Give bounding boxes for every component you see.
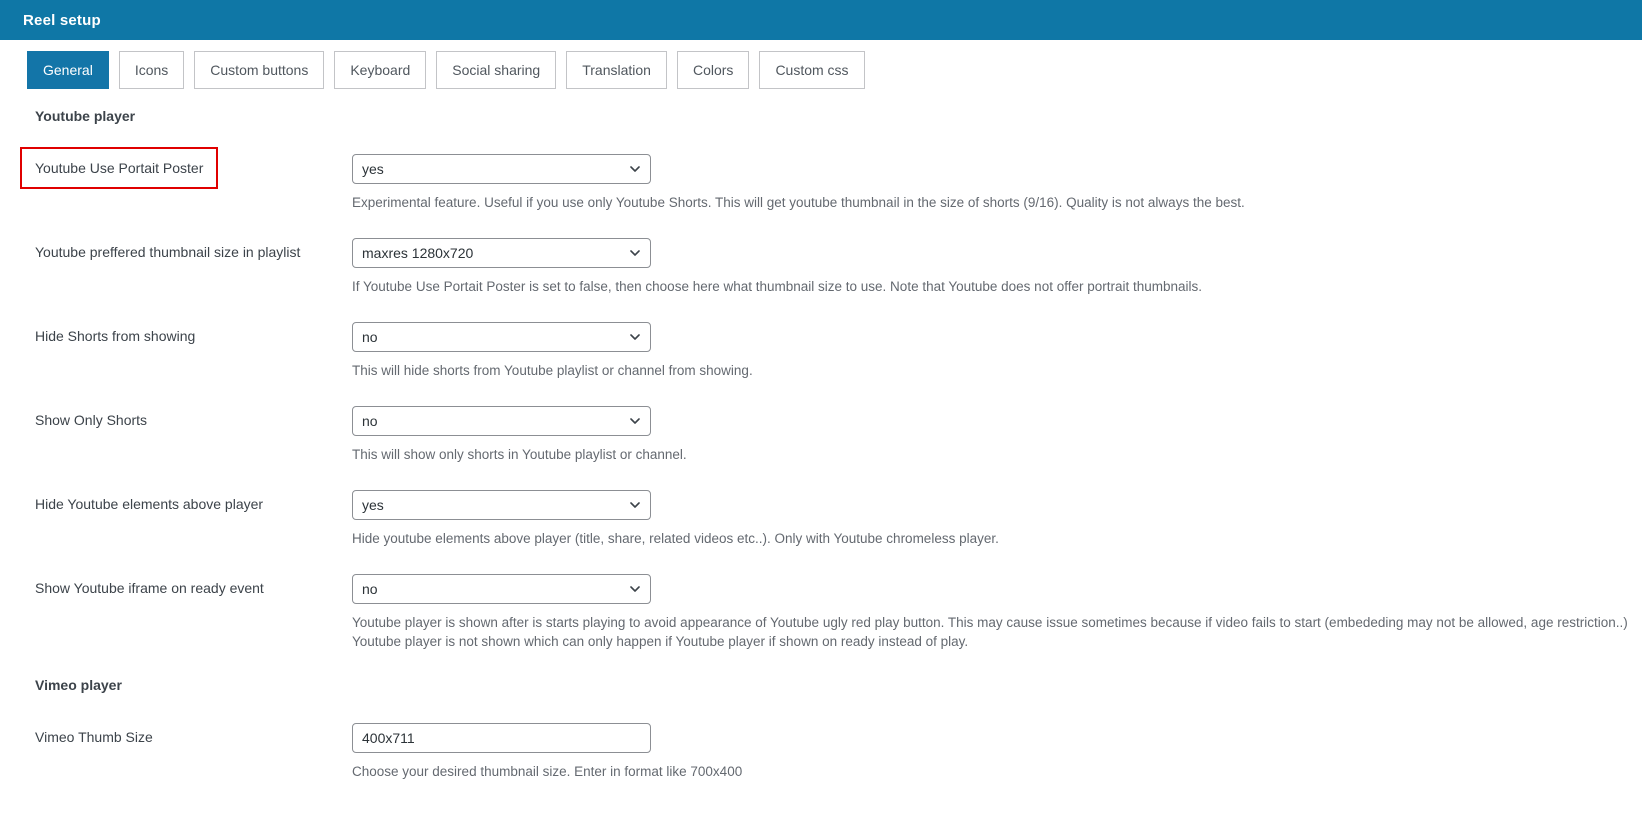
setting-row-hide-youtube-elements-above-player: Hide Youtube elements above player yes H… <box>35 490 1642 548</box>
setting-description: This will show only shorts in Youtube pl… <box>352 445 1642 464</box>
setting-control-col: no This will show only shorts in Youtube… <box>352 406 1642 464</box>
setting-row-hide-shorts-from-showing: Hide Shorts from showing no This will hi… <box>35 322 1642 380</box>
section-heading-vimeo-player: Vimeo player <box>35 677 1642 693</box>
tab-translation[interactable]: Translation <box>566 51 667 89</box>
vimeo-thumb-size-input[interactable] <box>352 723 651 753</box>
setting-control-col: yes Hide youtube elements above player (… <box>352 490 1642 548</box>
show-only-shorts-select[interactable]: no <box>352 406 651 436</box>
show-youtube-iframe-on-ready-event-select[interactable]: no <box>352 574 651 604</box>
select-wrap: yes <box>352 490 651 520</box>
tab-keyboard[interactable]: Keyboard <box>334 51 426 89</box>
page-title: Reel setup <box>23 12 101 29</box>
setting-label: Vimeo Thumb Size <box>35 723 352 745</box>
tab-bar: General Icons Custom buttons Keyboard So… <box>0 40 1642 89</box>
tab-social-sharing[interactable]: Social sharing <box>436 51 556 89</box>
settings-content: Youtube player Youtube Use Portait Poste… <box>0 108 1642 781</box>
select-wrap: no <box>352 574 651 604</box>
setting-row-youtube-preferred-thumbnail-size: Youtube preffered thumbnail size in play… <box>35 238 1642 296</box>
setting-row-vimeo-thumb-size: Vimeo Thumb Size Choose your desired thu… <box>35 723 1642 781</box>
setting-description: Choose your desired thumbnail size. Ente… <box>352 762 1642 781</box>
setting-description: Youtube player is shown after is starts … <box>352 613 1642 651</box>
hide-shorts-from-showing-select[interactable]: no <box>352 322 651 352</box>
setting-description: Hide youtube elements above player (titl… <box>352 529 1642 548</box>
tab-general[interactable]: General <box>27 51 109 89</box>
tab-custom-buttons[interactable]: Custom buttons <box>194 51 324 89</box>
setting-label: Show Only Shorts <box>35 406 352 428</box>
setting-control-col: no This will hide shorts from Youtube pl… <box>352 322 1642 380</box>
section-heading-youtube-player: Youtube player <box>35 108 1642 124</box>
tab-icons[interactable]: Icons <box>119 51 184 89</box>
setting-label: Show Youtube iframe on ready event <box>35 574 352 596</box>
youtube-use-portrait-poster-select[interactable]: yes <box>352 154 651 184</box>
tab-colors[interactable]: Colors <box>677 51 749 89</box>
setting-description: This will hide shorts from Youtube playl… <box>352 361 1642 380</box>
setting-label: Hide Youtube elements above player <box>35 490 352 512</box>
select-wrap: yes <box>352 154 651 184</box>
setting-label-col: Youtube Use Portait Poster <box>35 154 352 176</box>
setting-control-col: Choose your desired thumbnail size. Ente… <box>352 723 1642 781</box>
setting-row-show-youtube-iframe-on-ready-event: Show Youtube iframe on ready event no Yo… <box>35 574 1642 651</box>
setting-row-show-only-shorts: Show Only Shorts no This will show only … <box>35 406 1642 464</box>
select-wrap: no <box>352 406 651 436</box>
setting-description: Experimental feature. Useful if you use … <box>352 193 1642 212</box>
setting-row-youtube-use-portrait-poster: Youtube Use Portait Poster yes Experimen… <box>35 154 1642 212</box>
select-wrap: maxres 1280x720 <box>352 238 651 268</box>
hide-youtube-elements-above-player-select[interactable]: yes <box>352 490 651 520</box>
setting-control-col: yes Experimental feature. Useful if you … <box>352 154 1642 212</box>
setting-description: If Youtube Use Portait Poster is set to … <box>352 277 1642 296</box>
setting-label: Hide Shorts from showing <box>35 322 352 344</box>
setting-control-col: no Youtube player is shown after is star… <box>352 574 1642 651</box>
highlighted-setting-label: Youtube Use Portait Poster <box>20 147 218 189</box>
setting-control-col: maxres 1280x720 If Youtube Use Portait P… <box>352 238 1642 296</box>
tab-custom-css[interactable]: Custom css <box>759 51 864 89</box>
setting-label: Youtube preffered thumbnail size in play… <box>35 238 352 260</box>
page-header: Reel setup <box>0 0 1642 40</box>
select-wrap: no <box>352 322 651 352</box>
youtube-preferred-thumbnail-size-select[interactable]: maxres 1280x720 <box>352 238 651 268</box>
